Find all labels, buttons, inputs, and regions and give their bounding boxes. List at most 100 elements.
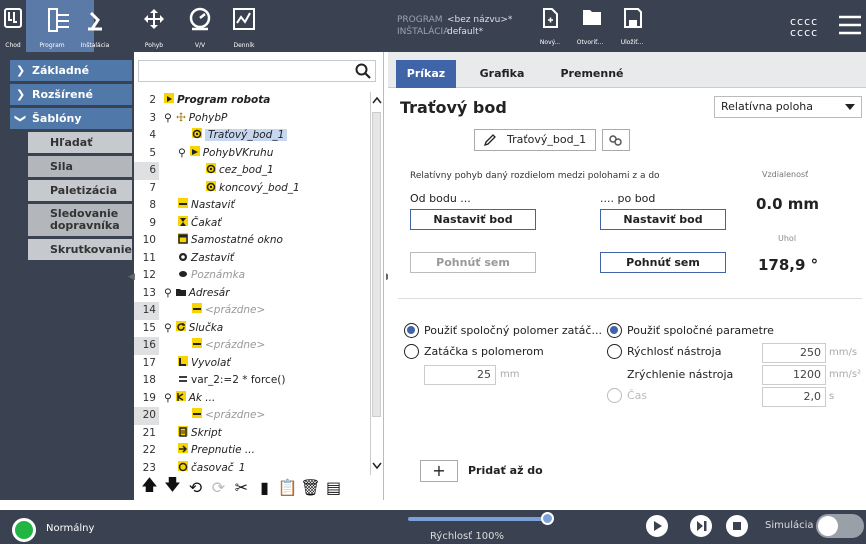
tree-row[interactable]: 12 Poznámka — [134, 267, 370, 285]
category-advanced[interactable]: ❯ Rozšírené — [10, 84, 132, 105]
category-templates[interactable]: ❯ Šablóny — [10, 108, 132, 129]
robot-status-indicator[interactable] — [12, 518, 36, 542]
tree-row[interactable]: 18 var_2:=2 * force() — [134, 372, 370, 390]
tree-row[interactable]: 19 ⚲ Ak ... — [134, 390, 370, 408]
tool-speed-field[interactable]: 250 — [762, 343, 826, 363]
tree-row[interactable]: 5 ⚲ PohybVKruhu — [134, 145, 370, 163]
tree-row[interactable]: 22 Prepnutie ... — [134, 442, 370, 460]
search-icon[interactable] — [355, 63, 371, 79]
link-button[interactable] — [602, 129, 630, 151]
tree-row[interactable]: 7 koncový_bod_1 — [134, 180, 370, 198]
move-arrows-icon — [176, 111, 186, 122]
template-force[interactable]: Sila — [28, 156, 132, 177]
tab-variables[interactable]: Premenné — [552, 60, 632, 86]
program-tree-icon — [48, 8, 69, 32]
tree-row[interactable]: 6 cez_bod_1 — [134, 162, 370, 180]
copy-icon[interactable]: ▮ — [253, 478, 276, 497]
speed-slider-knob[interactable] — [541, 512, 554, 525]
hamburger-menu-icon[interactable] — [838, 14, 862, 36]
move-down-icon[interactable]: 🡇 — [161, 474, 184, 501]
user-info: cccc cccc — [790, 15, 819, 39]
tree-row[interactable]: 3 ⚲ PohybP — [134, 110, 370, 128]
tab-log[interactable]: Denník — [230, 0, 258, 52]
template-search[interactable]: Hľadať — [28, 132, 132, 153]
tree-row[interactable]: 21 Skript — [134, 425, 370, 443]
tree-row[interactable]: 20 <prázdne> — [134, 407, 370, 425]
tab-run[interactable]: Chod — [0, 0, 26, 52]
open-file-button[interactable]: Otvoriť... — [570, 0, 610, 52]
tree-row[interactable]: 11 Zastaviť — [134, 250, 370, 268]
tab-graphics[interactable]: Grafika — [472, 60, 532, 86]
collapse-pin-icon[interactable]: ⚲ — [164, 392, 172, 404]
category-basic[interactable]: ❯ Základné — [10, 60, 132, 81]
undo-icon[interactable]: ⟲ — [184, 478, 207, 497]
tree-scrollbar[interactable] — [370, 92, 382, 475]
link-icon — [609, 135, 622, 146]
blend-radius-radio[interactable] — [404, 344, 419, 359]
tree-row[interactable]: 10 Samostatné okno — [134, 232, 370, 250]
simulation-toggle[interactable] — [816, 514, 864, 538]
redo-icon[interactable]: ⟳ — [207, 478, 230, 497]
tool-accel-unit: mm/s² — [829, 369, 862, 380]
template-palletizing[interactable]: Paletizácia — [28, 180, 132, 201]
tool-speed-unit: mm/s — [829, 347, 858, 358]
set-to-point-button[interactable]: Nastaviť bod — [600, 209, 726, 230]
tree-row[interactable]: 16 <prázdne> — [134, 337, 370, 355]
tree-row[interactable]: 17 Vyvolať — [134, 355, 370, 373]
position-mode-dropdown[interactable]: Relatívna poloha — [714, 96, 862, 118]
new-file-button[interactable]: Nový... — [530, 0, 570, 52]
move-here-from-button[interactable]: Pohnúť sem — [410, 252, 536, 273]
template-conveyor-tracking[interactable]: Sledovanie dopravníka — [28, 204, 132, 236]
scroll-up-icon[interactable] — [372, 96, 382, 104]
play-button[interactable] — [646, 515, 668, 537]
move-here-to-button[interactable]: Pohnúť sem — [600, 252, 726, 273]
tree-row-selected[interactable]: 4 Traťový_bod_1 — [134, 127, 370, 145]
collapse-pin-icon[interactable]: ⚲ — [164, 322, 172, 334]
tree-row[interactable]: 13 ⚲ Adresár — [134, 285, 370, 303]
set-from-point-button[interactable]: Nastaviť bod — [410, 209, 536, 230]
tree-row[interactable]: 9 Čakať — [134, 215, 370, 233]
scroll-thumb[interactable] — [372, 112, 381, 417]
empty-slot-icon — [192, 338, 202, 348]
program-label: PROGRAM — [397, 15, 443, 25]
collapse-pin-icon[interactable]: ⚲ — [164, 287, 172, 299]
tree-row[interactable]: 15 ⚲ Slučka — [134, 320, 370, 338]
tool-accel-field[interactable]: 1200 — [762, 365, 826, 385]
comment-bubble-icon — [178, 268, 188, 278]
step-button[interactable] — [690, 515, 712, 537]
save-file-button[interactable]: Uložiť... — [612, 0, 652, 52]
blend-radius-field[interactable]: 25 — [424, 365, 496, 385]
scroll-down-icon[interactable] — [372, 462, 382, 470]
stop-icon — [178, 251, 188, 261]
delete-icon[interactable]: 🗑 — [299, 478, 322, 497]
blend-common-radio[interactable] — [404, 323, 419, 338]
time-radio[interactable] — [607, 388, 622, 403]
tool-speed-label: Rýchlosť nástroja — [627, 345, 722, 358]
tab-io[interactable]: V/V — [186, 0, 214, 52]
params-common-radio[interactable] — [607, 323, 622, 338]
suppress-icon[interactable]: ▤ — [322, 478, 345, 497]
cut-icon[interactable]: ✂ — [230, 478, 253, 497]
collapse-pin-icon[interactable]: ⚲ — [164, 112, 172, 124]
tab-command[interactable]: Príkaz — [396, 60, 456, 88]
add-until-button[interactable]: + — [420, 460, 458, 482]
tab-move[interactable]: Pohyb — [140, 0, 168, 52]
tree-row[interactable]: 23 časovač_1 — [134, 460, 370, 472]
time-field[interactable]: 2,0 — [762, 387, 826, 407]
collapse-left-handle[interactable]: ◀ — [128, 272, 135, 282]
move-up-icon[interactable]: 🡅 — [138, 474, 161, 501]
collapse-pin-icon[interactable]: ⚲ — [178, 147, 186, 159]
tree-row[interactable]: 8 Nastaviť — [134, 197, 370, 215]
speed-slider[interactable] — [408, 517, 548, 521]
blend-radius-label: Zatáčka s polomerom — [424, 345, 544, 358]
tool-speed-radio[interactable] — [607, 344, 622, 359]
tree-row[interactable]: 2 Program robota — [134, 92, 370, 110]
paste-icon[interactable]: 📋 — [276, 478, 299, 497]
tree-row[interactable]: 14 <prázdne> — [134, 302, 370, 320]
waypoint-name-field[interactable]: Traťový_bod_1 — [474, 129, 596, 151]
new-file-icon — [543, 8, 558, 28]
template-screwdriving[interactable]: Skrutkovanie — [28, 239, 132, 260]
stop-button[interactable] — [726, 515, 748, 537]
search-input[interactable] — [138, 60, 376, 82]
tab-installation[interactable]: Inštalácia — [78, 0, 112, 52]
